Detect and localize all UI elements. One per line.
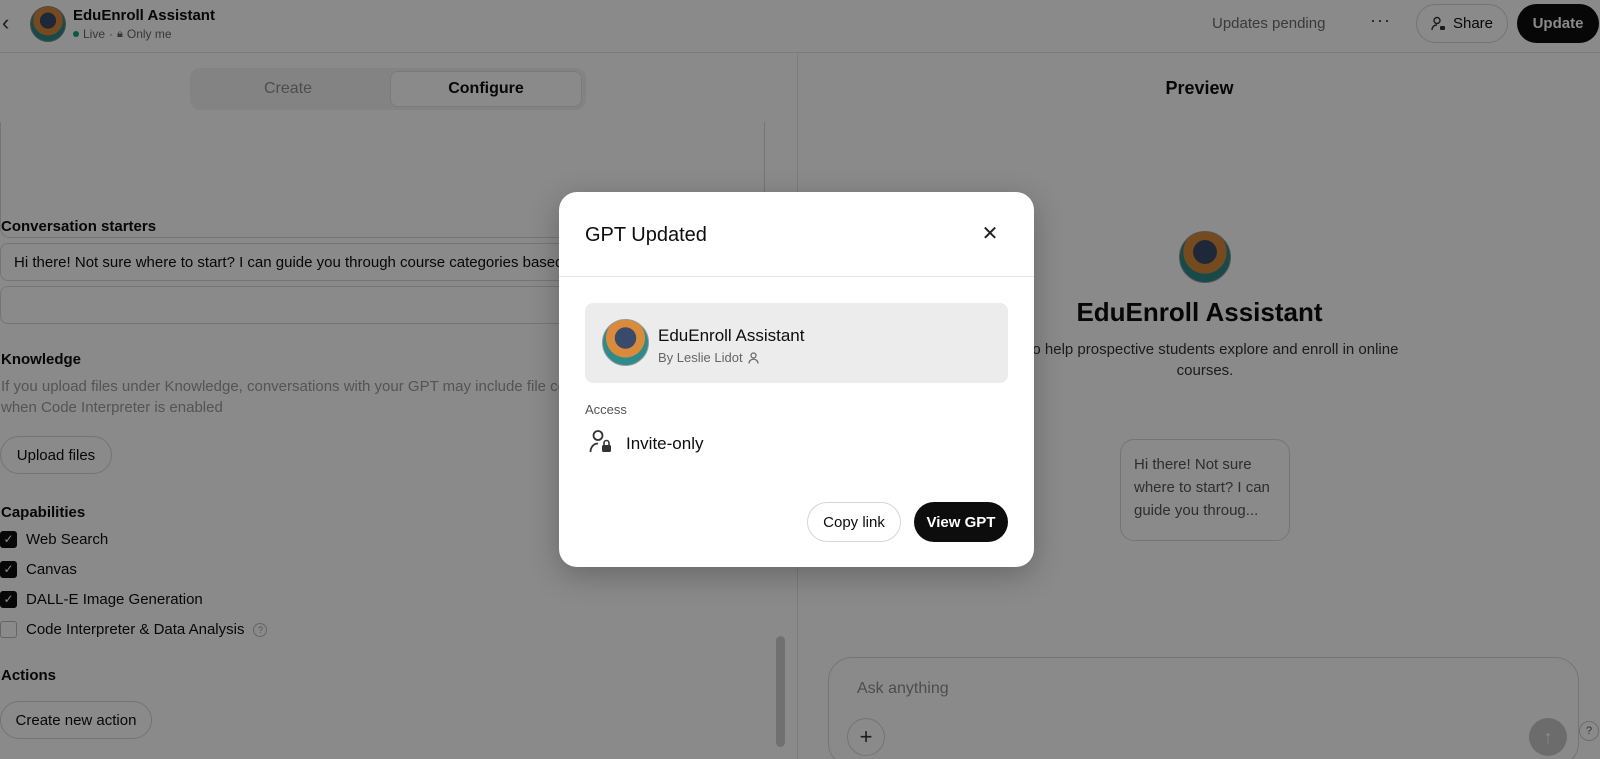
person-lock-icon [589,429,613,461]
gpt-updated-dialog: GPT Updated ✕ EduEnroll Assistant By Les… [559,192,1034,567]
gpt-card: EduEnroll Assistant By Leslie Lidot [585,303,1008,383]
close-icon[interactable]: ✕ [976,220,1004,248]
gpt-card-byline: By Leslie Lidot [658,350,759,365]
dialog-title: GPT Updated [585,224,707,246]
person-icon [747,351,759,364]
gpt-card-name: EduEnroll Assistant [658,326,805,345]
access-label: Access [585,402,627,417]
gpt-avatar [602,319,649,366]
byline-text: By Leslie Lidot [658,350,743,365]
copy-link-button[interactable]: Copy link [807,502,901,542]
access-value[interactable]: Invite-only [626,434,703,454]
view-gpt-button[interactable]: View GPT [914,502,1008,542]
divider [559,276,1034,277]
